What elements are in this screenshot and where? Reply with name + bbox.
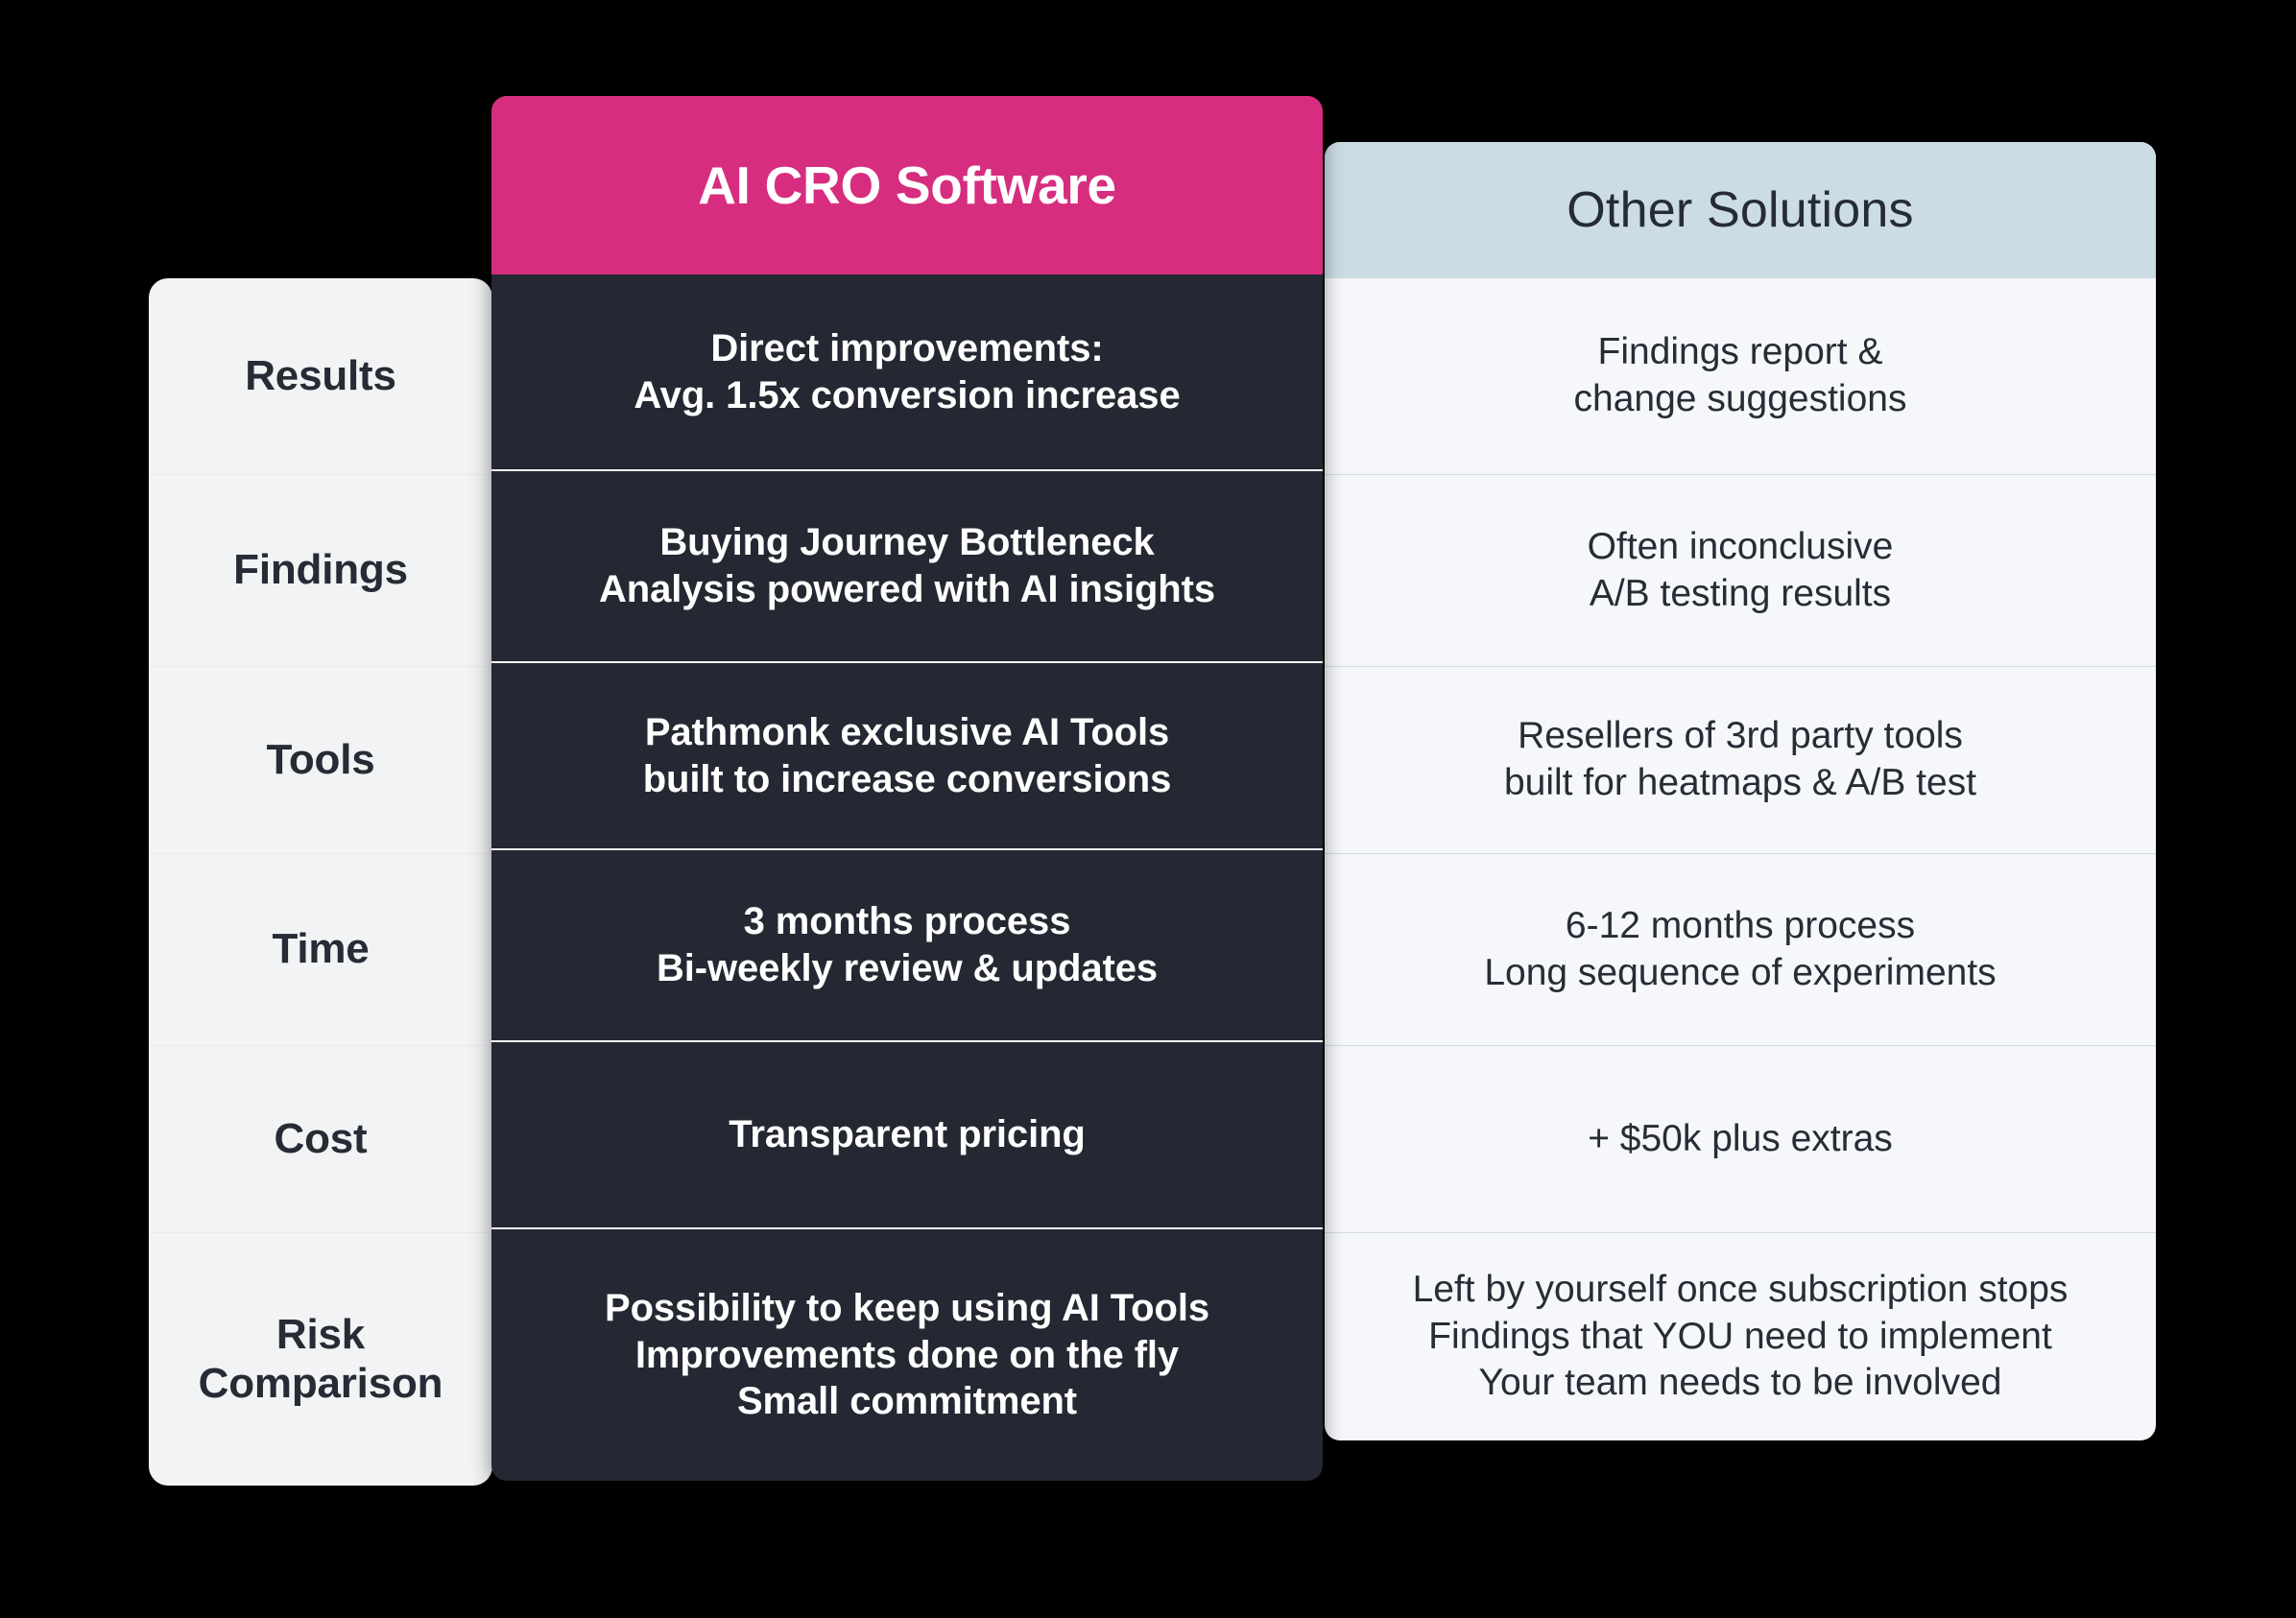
comparison-table: Results Findings Tools Time Cost Risk Co… — [0, 0, 2296, 1618]
other-cell-time: 6-12 months process Long sequence of exp… — [1325, 854, 2156, 1046]
other-cell-findings: Often inconclusive A/B testing results — [1325, 475, 2156, 667]
other-cell-cost: + $50k plus extras — [1325, 1046, 2156, 1233]
ai-cro-software-header: AI CRO Software — [491, 96, 1323, 274]
criteria-label-time: Time — [149, 854, 492, 1046]
ai-cro-software-column: AI CRO Software Direct improvements: Avg… — [491, 96, 1323, 1481]
ai-cell-results: Direct improvements: Avg. 1.5x conversio… — [491, 274, 1323, 471]
ai-cell-cost: Transparent pricing — [491, 1042, 1323, 1229]
ai-cell-findings: Buying Journey Bottleneck Analysis power… — [491, 471, 1323, 663]
criteria-label-results: Results — [149, 278, 492, 475]
criteria-label-risk-comparison: Risk Comparison — [198, 1311, 443, 1407]
ai-cell-risk-comparison: Possibility to keep using AI Tools Impro… — [604, 1286, 1210, 1423]
ai-cell-tools: Pathmonk exclusive AI Tools built to inc… — [491, 663, 1323, 850]
other-cell-results: Findings report & change suggestions — [1325, 278, 2156, 475]
criteria-label-cost: Cost — [149, 1046, 492, 1233]
criteria-label-panel: Results Findings Tools Time Cost Risk Co… — [149, 278, 492, 1486]
other-cell-risk-comparison: Left by yourself once subscription stops… — [1412, 1268, 2069, 1404]
other-cell-tools: Resellers of 3rd party tools built for h… — [1325, 667, 2156, 854]
other-solutions-header: Other Solutions — [1325, 142, 2156, 278]
criteria-label-findings: Findings — [149, 475, 492, 667]
criteria-label-tools: Tools — [149, 667, 492, 854]
other-solutions-column: Other Solutions Findings report & change… — [1325, 142, 2156, 1440]
ai-cell-time: 3 months process Bi-weekly review & upda… — [491, 850, 1323, 1042]
